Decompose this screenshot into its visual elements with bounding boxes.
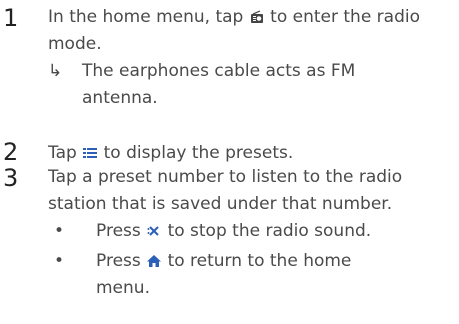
presets-list-icon	[83, 146, 98, 160]
bullet-marker: •	[54, 251, 65, 271]
bullet-marker: •	[54, 221, 65, 241]
result-arrow-icon: ↳	[48, 61, 63, 81]
bullet-text: Press to return to the home menu.	[96, 248, 396, 302]
step-number: 1	[3, 4, 19, 32]
step-text-before: In the home menu, tap	[48, 7, 244, 27]
step-number: 2	[3, 138, 19, 166]
step-text: Tap to display the presets.	[48, 140, 453, 167]
mute-icon	[147, 224, 161, 238]
step-number: 3	[3, 164, 19, 192]
step-text-after: to display the presets.	[103, 143, 294, 163]
result-text: The earphones cable acts as FM antenna.	[82, 61, 356, 108]
step-text: Tap a preset number to listen to the rad…	[48, 167, 403, 214]
step-3: 3 Tap a preset number to listen to the r…	[0, 164, 459, 324]
bullet-text-after: to stop the radio sound.	[167, 221, 372, 241]
bullet-text-before: Press	[96, 251, 141, 271]
radio-icon	[250, 10, 264, 24]
step-1: 1 In the home menu, tap to enter the rad…	[0, 4, 459, 129]
step-text: In the home menu, tap to enter the radio…	[48, 4, 453, 58]
bullet-text: Press to stop the radio sound.	[96, 218, 396, 245]
bullet-text-before: Press	[96, 221, 141, 241]
step-text-before: Tap	[48, 143, 77, 163]
instruction-page: 1 In the home menu, tap to enter the rad…	[0, 0, 459, 324]
step-2: 2 Tap to display the presets.	[0, 138, 459, 166]
home-icon	[147, 254, 162, 268]
